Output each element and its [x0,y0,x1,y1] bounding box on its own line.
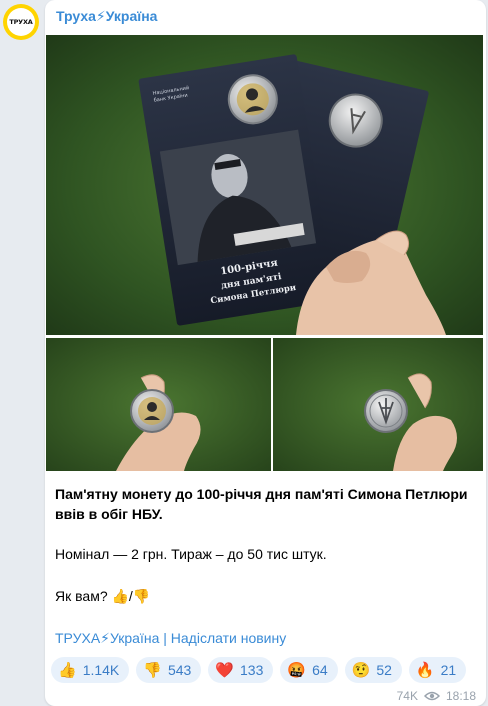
avatar-logo-text: ТРУХА [7,8,35,36]
reaction-angry[interactable]: 🤬 64 [280,657,338,683]
reaction-count: 1.14K [82,662,120,678]
message-meta: 74K 18:18 [397,689,476,703]
reaction-raised-eyebrow[interactable]: 🤨 52 [344,657,402,683]
channel-footer-link[interactable]: ТРУХА⚡Україна | Надіслати новину [55,630,286,647]
photo-coin-obverse[interactable] [46,338,271,471]
photo-coin-reverse[interactable] [273,338,483,471]
fire-icon: 🔥 [415,661,435,679]
photo-coin-packaging: Національний банк України 100-річчя дня … [46,35,483,335]
caption-details: Номінал — 2 грн. Тираж – до 50 тис штук. [55,546,327,562]
angry-face-icon: 🤬 [287,661,307,679]
reaction-count: 64 [312,662,328,678]
reaction-count: 21 [440,662,457,678]
raised-eyebrow-icon: 🤨 [351,661,371,679]
photo-main[interactable]: Національний банк України 100-річчя дня … [46,35,483,335]
caption-question: Як вам? 👍/👎 [55,588,151,604]
caption-headline: Пам'ятну монету до 100-річчя дня пам'яті… [55,486,468,522]
reaction-fire[interactable]: 🔥 21 [408,657,467,683]
reaction-count: 52 [376,662,392,678]
reaction-thumbs-up[interactable]: 👍 1.14K [51,657,130,683]
eye-icon [423,691,440,701]
view-count: 74K [396,689,418,703]
thumbs-up-icon: 👍 [58,661,77,679]
channel-avatar[interactable]: ТРУХА [3,4,39,40]
reaction-count: 543 [167,662,192,678]
reaction-count: 133 [240,662,264,678]
photo-coin-reverse-image [273,338,483,471]
photo-coin-obverse-image [46,338,271,471]
reaction-heart[interactable]: ❤️ 133 [208,657,274,683]
channel-name[interactable]: Труха⚡Україна [56,8,157,25]
thumbs-down-icon: 👎 [143,661,162,679]
message-caption: Пам'ятну монету до 100-річчя дня пам'яті… [55,484,475,606]
heart-icon: ❤️ [215,661,235,679]
message-bubble: Труха⚡Україна Національний банк України … [45,0,486,706]
reactions-bar: 👍 1.14K 👎 543 ❤️ 133 🤬 64 🤨 52 🔥 21 [51,657,467,683]
message-time: 18:18 [445,689,476,703]
reaction-thumbs-down[interactable]: 👎 543 [136,657,202,683]
